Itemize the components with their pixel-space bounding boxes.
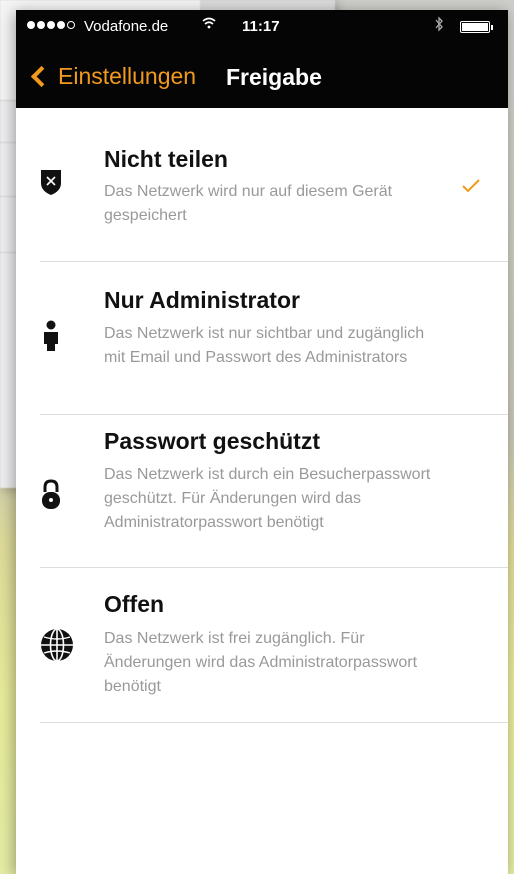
option-title: Nur Administrator xyxy=(104,287,300,313)
wifi-icon xyxy=(202,16,216,33)
option-description: Das Netzwerk wird nur auf diesem Gerät g… xyxy=(104,183,393,224)
sharing-options-list: Nicht teilen Das Netzwerk wird nur auf d… xyxy=(16,108,508,722)
option-description: Das Netzwerk ist durch ein Besucherpassw… xyxy=(104,466,431,531)
battery-icon xyxy=(460,21,493,33)
option-passwort-geschuetzt[interactable]: Passwort geschützt Das Netzwerk ist durc… xyxy=(16,415,508,568)
header: Vodafone.de 11:17 Einstellungen Freigabe xyxy=(16,10,508,108)
status-time: 11:17 xyxy=(242,18,280,35)
lock-icon xyxy=(40,478,62,515)
back-button-label: Einstellungen xyxy=(58,62,197,89)
option-description: Das Netzwerk ist nur sichtbar und zugäng… xyxy=(104,325,425,366)
option-nur-administrator[interactable]: Nur Administrator Das Netzwerk ist nur s… xyxy=(16,262,508,415)
back-button[interactable]: Einstellungen xyxy=(26,56,196,96)
signal-strength-icon xyxy=(27,21,75,29)
option-title: Nicht teilen xyxy=(104,146,228,172)
bluetooth-icon xyxy=(434,16,444,35)
person-icon xyxy=(40,320,62,357)
option-description: Das Netzwerk ist frei zugänglich. Für Än… xyxy=(104,630,418,695)
list-end-divider xyxy=(40,722,508,723)
shield-x-icon xyxy=(40,168,62,201)
page-title: Freigabe xyxy=(226,64,322,90)
option-title: Offen xyxy=(104,591,165,617)
carrier-name: Vodafone.de xyxy=(84,18,169,35)
status-bar: Vodafone.de 11:17 xyxy=(16,10,508,46)
option-nicht-teilen[interactable]: Nicht teilen Das Netzwerk wird nur auf d… xyxy=(16,108,508,262)
option-title: Passwort geschützt xyxy=(104,428,320,454)
navigation-bar: Einstellungen Freigabe xyxy=(16,46,508,108)
option-offen[interactable]: Offen Das Netzwerk ist frei zugänglich. … xyxy=(16,568,508,722)
checkmark-icon xyxy=(461,178,481,199)
chevron-left-icon xyxy=(30,65,53,87)
phone-screen: Vodafone.de 11:17 Einstellungen Freigabe… xyxy=(16,10,508,874)
globe-icon xyxy=(40,628,74,667)
